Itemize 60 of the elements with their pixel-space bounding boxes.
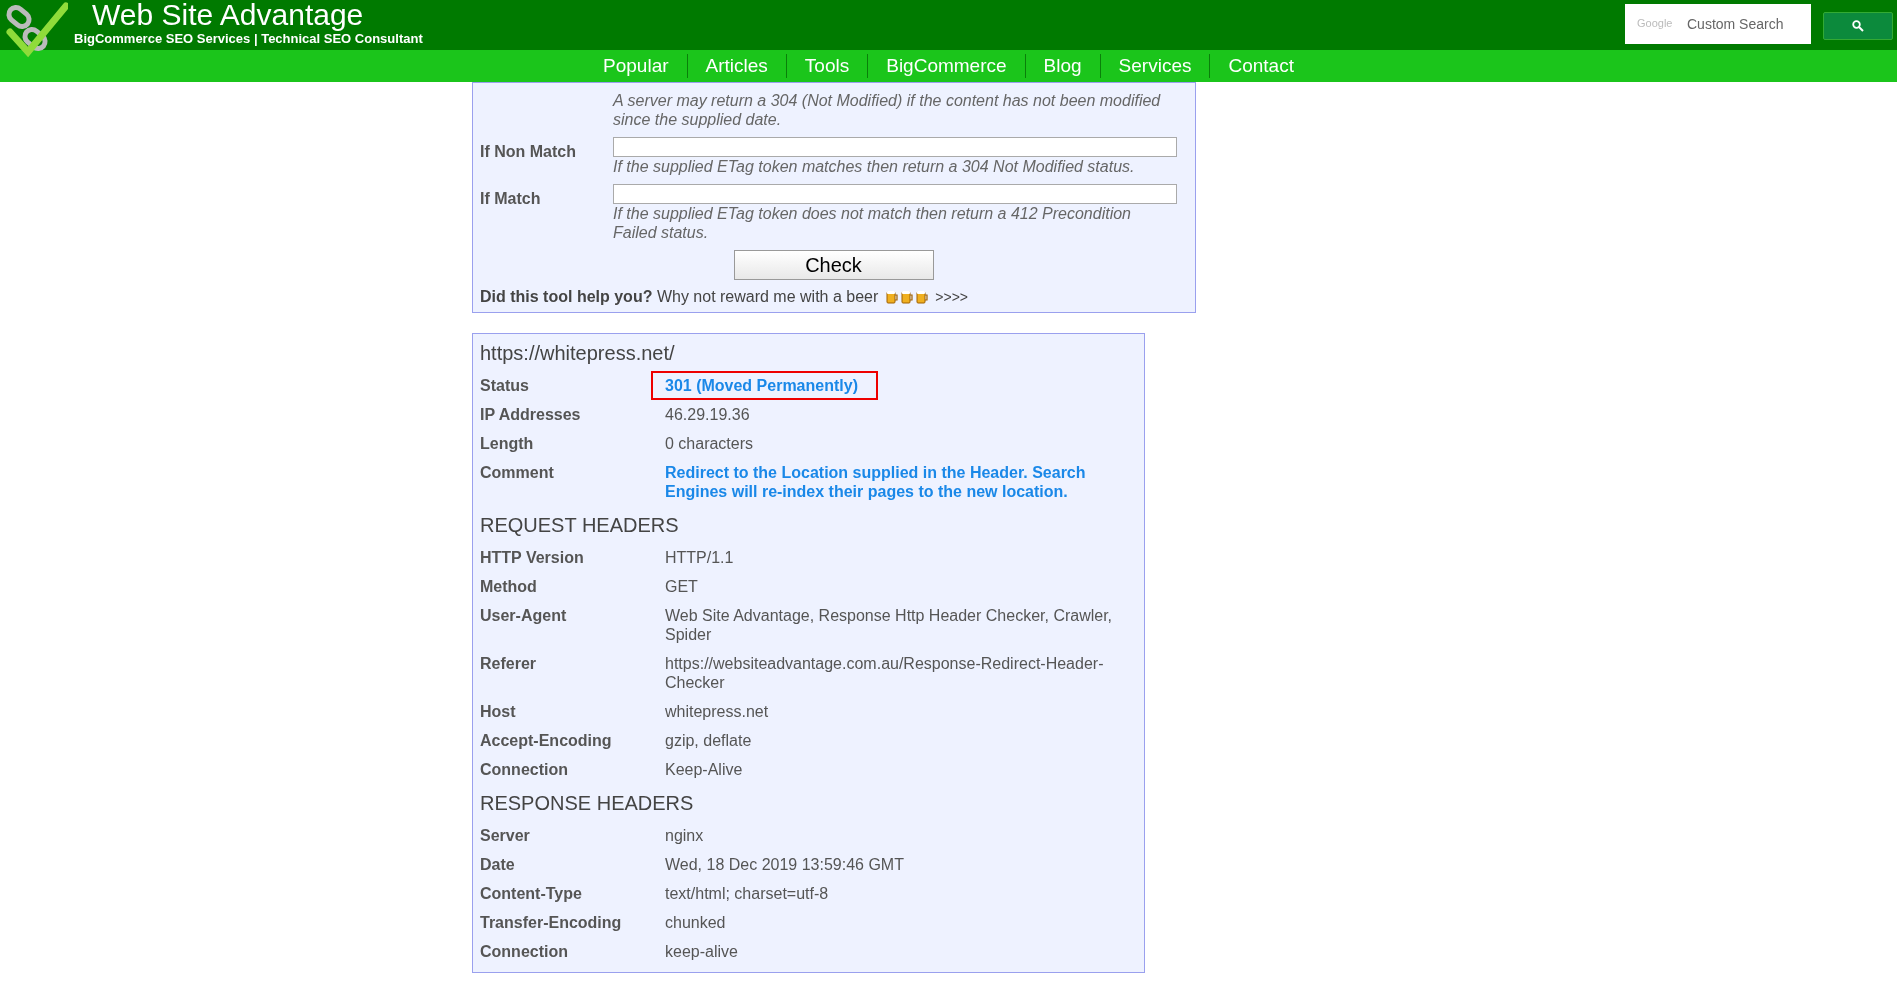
header-name: Accept-Encoding [480, 731, 613, 750]
header-value: 301 (Moved Permanently) [651, 371, 878, 400]
header-name: Connection [480, 942, 569, 961]
search-button[interactable] [1823, 12, 1893, 40]
header-name: Host [480, 702, 517, 721]
checked-url: https://whitepress.net/ [480, 342, 676, 365]
search-brand-hint: Google [1637, 17, 1673, 29]
beer-mug-icon[interactable] [916, 290, 930, 304]
header-value: text/html; charset=utf-8 [665, 884, 829, 903]
header-name: HTTP Version [480, 548, 585, 567]
header-name: Method [480, 577, 538, 596]
header-value: Wed, 18 Dec 2019 13:59:46 GMT [665, 855, 904, 874]
nav-link[interactable]: Blog [1025, 55, 1100, 77]
header-value: Web Site Advantage, Response Http Header Checker, Crawler, Spider [665, 606, 1114, 644]
nav-link[interactable]: BigCommerce [868, 55, 1025, 77]
header-value: gzip, deflate [665, 731, 752, 750]
site-tagline: BigCommerce SEO Services | Technical SEO Consultant [74, 31, 423, 46]
header-name: Server [480, 826, 531, 845]
section-heading: RESPONSE HEADERS [480, 792, 695, 815]
header-value: https://websiteadvantage.com.au/Response-Redirect-Header-Checker [665, 654, 1105, 692]
header-value: Keep-Alive [665, 760, 743, 779]
header-name: Content-Type [480, 884, 583, 903]
check-button[interactable]: Check [733, 250, 934, 280]
field-hint: A server may return a 304 (Not Modified) if the content has not been modified since the supplied date. [613, 91, 1162, 129]
field-label: If Match [480, 189, 542, 209]
header-value: Redirect to the Location supplied in the Header. Search Engines will re-index their pages to the new location. [665, 463, 1087, 501]
nav-link[interactable]: Services [1100, 55, 1210, 77]
header-value: chunked [665, 913, 726, 932]
nav-link[interactable]: Contact [1210, 55, 1312, 77]
header-value: nginx [665, 826, 704, 845]
header-name: Connection [480, 760, 569, 779]
header-value: HTTP/1.1 [665, 548, 734, 567]
input-field[interactable] [613, 137, 1177, 157]
beer-mug-icon[interactable] [901, 290, 915, 304]
header-value: keep-alive [665, 942, 738, 961]
header-name: Referer [480, 654, 538, 674]
nav-link[interactable]: Tools [786, 55, 868, 77]
header-value: 46.29.19.36 [665, 405, 750, 424]
header-value: GET [665, 577, 698, 596]
reward-text: Did this tool help you? Why not reward me with a beer [480, 288, 879, 306]
header-value: 0 characters [665, 434, 754, 453]
header-name: Status [480, 376, 530, 395]
search-icon [1852, 20, 1864, 32]
header-name: User-Agent [480, 606, 568, 626]
header-name: Transfer-Encoding [480, 913, 623, 932]
field-hint: If the supplied ETag token matches then return a 304 Not Modified status. [613, 157, 1136, 176]
field-label: If Non Match [480, 142, 577, 162]
nav-link[interactable]: Articles [687, 55, 786, 77]
input-field[interactable] [613, 184, 1177, 204]
header-name: Length [480, 434, 535, 453]
section-heading: REQUEST HEADERS [480, 514, 680, 537]
header-value: whitepress.net [665, 702, 769, 721]
beer-mug-icon[interactable] [886, 290, 900, 304]
field-hint: If the supplied ETag token does not match then return a 412 Precondition Failed status. [613, 204, 1132, 242]
reward-arrows[interactable]: >>>> [935, 289, 968, 305]
nav-link[interactable]: Popular [585, 55, 687, 77]
header-name: IP Addresses [480, 405, 582, 424]
header-name: Date [480, 855, 516, 874]
site-title[interactable]: Web Site Advantage [92, 0, 423, 30]
header-name: Comment [480, 463, 555, 483]
